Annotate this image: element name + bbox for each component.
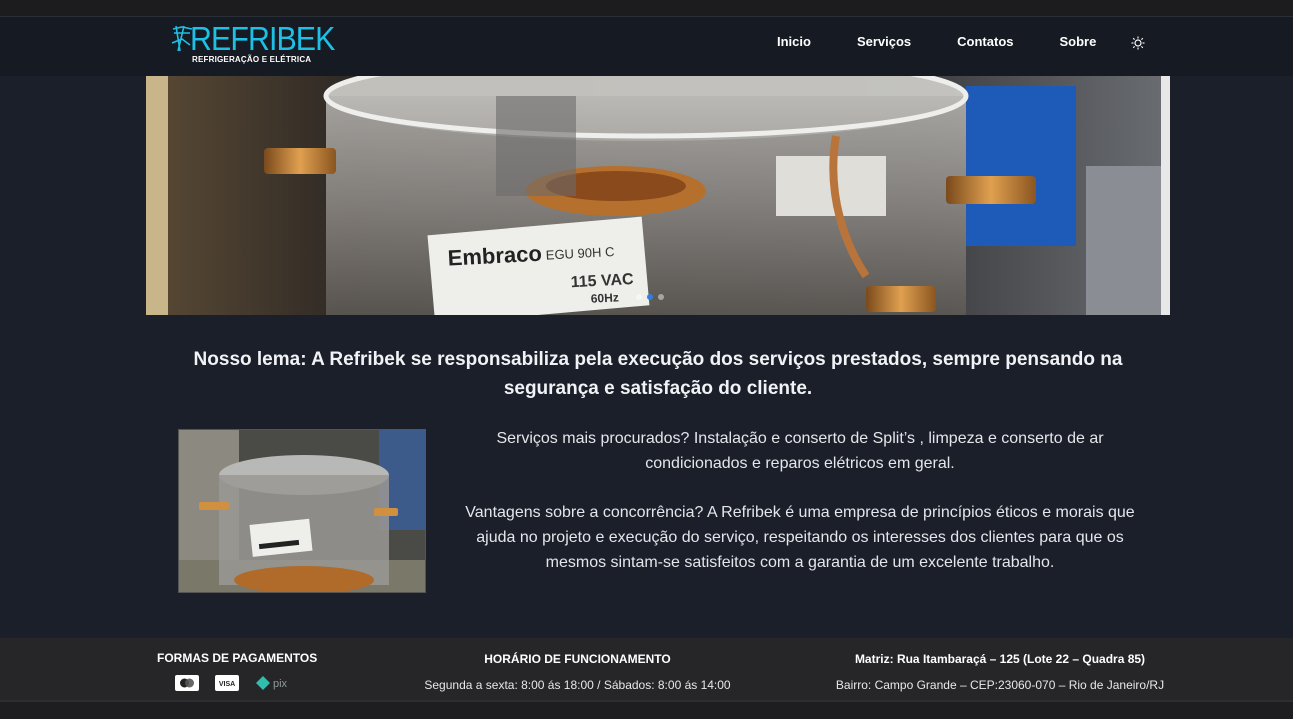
hero-carousel[interactable]: Embraco EGU 90H C 115 VAC 60Hz [146,76,1170,315]
compressor-label-voltage: 115 VAC [570,271,634,291]
navbar: REFRIBEK REFRIGERAÇÃO E ELÉTRICA Inicio … [0,16,1293,76]
payment-icons: VISA pix [157,675,315,691]
footer-bottom-bar [0,700,1293,719]
footer: FORMAS DE PAGAMENTOS VISA pix HORÁRIO DE… [0,638,1293,700]
address-title: Matriz: Rua Itambaraçá – 125 (Lote 22 – … [854,652,1146,666]
hours-title: HORÁRIO DE FUNCIONAMENTO [484,652,671,666]
nav-item-inicio[interactable]: Inicio [777,34,811,49]
payments-section: FORMAS DE PAGAMENTOS VISA pix [157,651,318,691]
visa-icon: VISA [215,675,239,691]
carousel-dot[interactable] [636,294,642,300]
advantages-paragraph: Vantagens sobre a concorrência? A Refrib… [465,504,1135,571]
brand-logo[interactable]: REFRIBEK REFRIGERAÇÃO E ELÉTRICA [170,21,335,69]
company-motto: Nosso lema: A Refribek se responsabiliza… [193,349,1123,399]
services-description: Serviços mais procurados? Instalação e c… [445,426,1155,575]
compressor-label-brand: Embraco [447,241,542,271]
hours-text: Segunda a sexta: 8:00 ás 18:00 / Sábados… [424,678,731,692]
hours-section: HORÁRIO DE FUNCIONAMENTO Segunda a sexta… [420,652,735,692]
address-section: Matriz: Rua Itambaraçá – 125 (Lote 22 – … [830,652,1170,692]
pix-text: pix [273,678,288,690]
compressor-thumbnail [178,429,426,593]
payments-title: FORMAS DE PAGAMENTOS [157,651,318,665]
compressor-label-freq: 60Hz [590,290,619,305]
nav-item-contatos[interactable]: Contatos [957,34,1013,49]
brand-name: REFRIBEK [190,20,335,57]
carousel-indicators [636,294,664,300]
visa-text: VISA [219,681,235,688]
browser-top-strip [0,0,1293,16]
pix-icon: pix [256,676,288,690]
sun-icon[interactable] [1131,36,1145,50]
nav-item-servicos[interactable]: Serviços [857,34,911,49]
address-text: Bairro: Campo Grande – CEP:23060-070 – R… [835,678,1165,692]
brand-tagline: REFRIGERAÇÃO E ELÉTRICA [192,55,312,64]
services-paragraph: Serviços mais procurados? Instalação e c… [496,430,1104,472]
nav-item-sobre[interactable]: Sobre [1060,34,1097,49]
carousel-dot-active[interactable] [647,294,653,300]
compressor-photo: Embraco EGU 90H C 115 VAC 60Hz [146,76,1170,315]
main-nav: Inicio Serviços Contatos Sobre [777,34,1096,49]
mastercard-icon [175,675,199,691]
carousel-dot[interactable] [658,294,664,300]
